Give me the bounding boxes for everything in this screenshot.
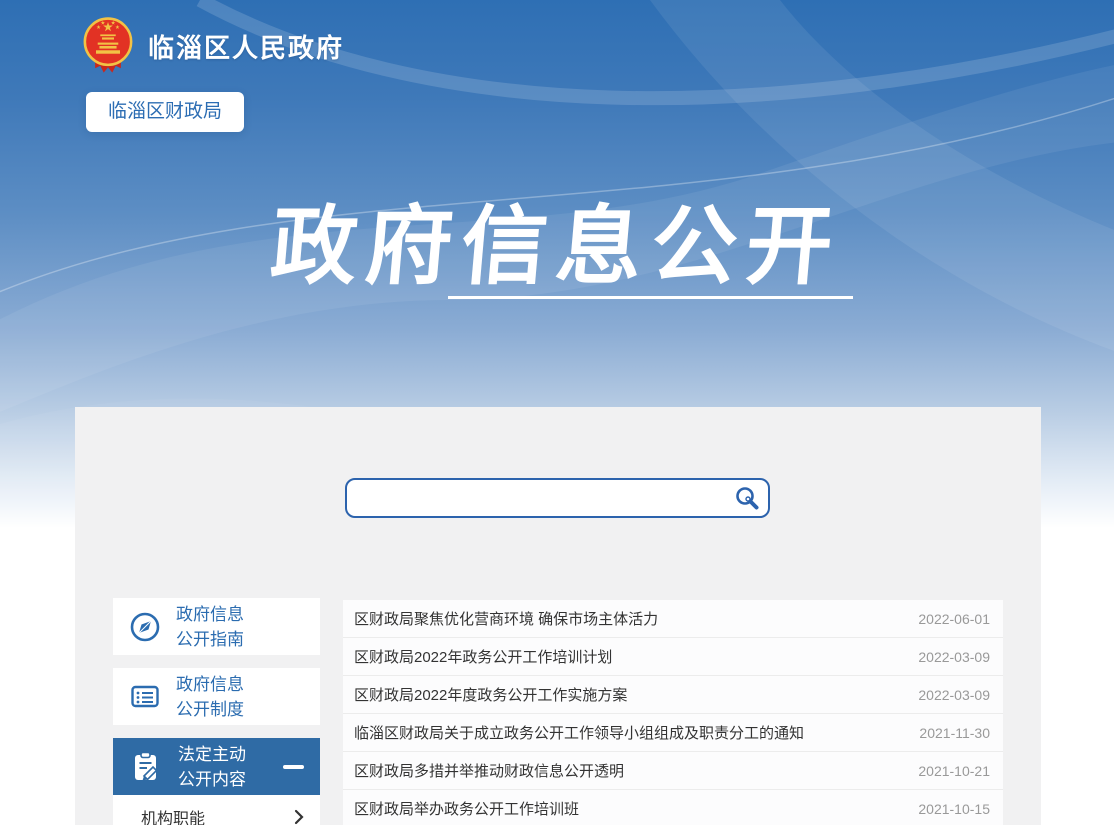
search-bar bbox=[345, 478, 770, 518]
sidebar-item-gongkai-zhidu[interactable]: 政府信息 公开制度 bbox=[113, 668, 320, 725]
document-list-icon bbox=[129, 681, 161, 713]
collapse-minus-icon bbox=[283, 765, 304, 769]
article-date: 2022-03-09 bbox=[918, 687, 990, 703]
article-link[interactable]: 区财政局2022年政务公开工作培训计划 bbox=[354, 646, 612, 667]
sidebar: 政府信息 公开指南 政府信息 bbox=[113, 598, 320, 825]
article-row[interactable]: 区财政局2022年度政务公开工作实施方案 2022-03-09 bbox=[343, 676, 1003, 714]
article-link[interactable]: 区财政局举办政务公开工作培训班 bbox=[354, 798, 579, 819]
article-row[interactable]: 区财政局聚焦优化营商环境 确保市场主体活力 2022-06-01 bbox=[343, 600, 1003, 638]
china-national-emblem-icon bbox=[82, 16, 134, 76]
title-underline bbox=[448, 296, 853, 299]
sidebar-item-label: 政府信息 公开指南 bbox=[176, 602, 244, 652]
sidebar-item-label: 法定主动 公开内容 bbox=[178, 742, 246, 792]
chevron-right-icon bbox=[294, 809, 304, 825]
search-input[interactable] bbox=[347, 481, 734, 515]
article-row[interactable]: 区财政局多措并举推动财政信息公开透明 2021-10-21 bbox=[343, 752, 1003, 790]
article-date: 2022-06-01 bbox=[918, 611, 990, 627]
article-date: 2021-11-30 bbox=[919, 725, 990, 741]
article-list: 区财政局聚焦优化营商环境 确保市场主体活力 2022-06-01 区财政局202… bbox=[343, 600, 1003, 825]
content-panel: 政府信息 公开指南 政府信息 bbox=[75, 407, 1041, 825]
sidebar-item-label: 政府信息 公开制度 bbox=[176, 672, 244, 722]
article-date: 2022-03-09 bbox=[918, 649, 990, 665]
article-row[interactable]: 区财政局2022年政务公开工作培训计划 2022-03-09 bbox=[343, 638, 1003, 676]
search-button[interactable] bbox=[734, 485, 768, 511]
search-icon bbox=[734, 485, 760, 511]
department-tab-button[interactable]: 临淄区财政局 bbox=[86, 92, 244, 132]
article-link[interactable]: 区财政局2022年度政务公开工作实施方案 bbox=[354, 684, 627, 705]
article-link[interactable]: 区财政局聚焦优化营商环境 确保市场主体活力 bbox=[354, 608, 658, 629]
clipboard-pen-icon bbox=[129, 750, 163, 784]
article-date: 2021-10-15 bbox=[918, 801, 990, 817]
article-link[interactable]: 临淄区财政局关于成立政务公开工作领导小组组成及职责分工的通知 bbox=[354, 722, 804, 743]
submenu-item-jigou-zhineng[interactable]: 机构职能 bbox=[113, 795, 320, 825]
article-row[interactable]: 区财政局举办政务公开工作培训班 2021-10-15 bbox=[343, 790, 1003, 825]
article-date: 2021-10-21 bbox=[918, 763, 990, 779]
compass-icon bbox=[129, 611, 161, 643]
sidebar-item-fading-zhudong-gongkai[interactable]: 法定主动 公开内容 bbox=[113, 738, 320, 795]
site-name: 临淄区人民政府 bbox=[148, 28, 344, 65]
article-link[interactable]: 区财政局多措并举推动财政信息公开透明 bbox=[354, 760, 624, 781]
article-row[interactable]: 临淄区财政局关于成立政务公开工作领导小组组成及职责分工的通知 2021-11-3… bbox=[343, 714, 1003, 752]
site-brand[interactable]: 临淄区人民政府 bbox=[82, 16, 344, 76]
sidebar-item-gongkai-zhinan[interactable]: 政府信息 公开指南 bbox=[113, 598, 320, 655]
page-title: 政府信息公开 bbox=[0, 176, 1114, 301]
page: 临淄区人民政府 临淄区财政局 政府信息公开 bbox=[0, 0, 1114, 825]
